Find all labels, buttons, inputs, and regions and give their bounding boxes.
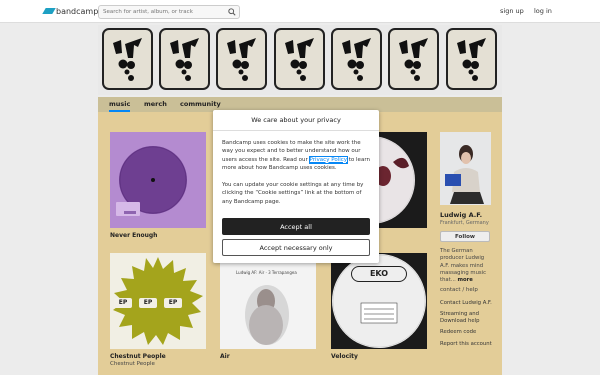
cookie-dialog-text-2: You can update your cookie settings at a… [222,182,364,205]
artist-location: Frankfurt, Germany [440,220,489,226]
air-cover-caption: Ludwig AF: Air · 3 Terrapangea [236,270,297,275]
top-bar: bandcamp sign up log in [0,0,600,23]
banner-tile [159,28,210,90]
release-title[interactable]: Never Enough [110,232,157,239]
artist-name[interactable]: Ludwig A.F. [440,211,482,219]
accept-necessary-button[interactable]: Accept necessary only [222,239,370,256]
logo-text: bandcamp [56,6,99,16]
search-icon[interactable] [228,8,236,16]
chestnut-badge: EP [139,298,157,308]
release-title[interactable]: Velocity [331,353,358,360]
search-input[interactable] [103,7,221,17]
tab-merch[interactable]: merch [144,100,167,108]
bandcamp-logo-icon [42,8,56,14]
album-art-never-enough[interactable] [110,132,206,228]
cookie-dialog-title: We care about your privacy [213,110,379,131]
bio-more-link[interactable]: more [458,277,473,283]
follow-button[interactable]: Follow [440,231,490,242]
album-art-air[interactable] [220,253,316,349]
signup-link[interactable]: sign up [500,7,524,15]
accept-all-button[interactable]: Accept all [222,218,370,235]
contact-artist-link[interactable]: Contact Ludwig A.F. [440,300,492,306]
banner-tile [331,28,382,90]
banner-tile [274,28,325,90]
artist-bio: The German producer Ludwig A.F. makes mi… [440,248,492,284]
redeem-code-link[interactable]: Redeem code [440,329,476,335]
artist-banner [98,25,502,95]
banner-tile [388,28,439,90]
release-artist[interactable]: Chestnut People [110,361,155,367]
banner-tile [446,28,497,90]
tab-music[interactable]: music [109,100,131,112]
artist-photo[interactable] [440,132,491,205]
banner-tile [216,28,267,90]
login-link[interactable]: log in [534,7,552,15]
search-box[interactable] [98,5,240,19]
release-title[interactable]: Air [220,353,230,360]
banner-tile [102,28,153,90]
cookie-consent-dialog: We care about your privacy Bandcamp uses… [213,110,379,263]
release-title[interactable]: Chestnut People [110,353,166,360]
bandcamp-logo[interactable]: bandcamp [42,6,99,16]
chestnut-badge: EP [114,298,132,308]
report-account-link[interactable]: Report this account [440,341,492,347]
cookie-dialog-text-1: Bandcamp uses cookies to make the site w… [222,139,372,172]
velocity-logo: EKO [351,266,407,282]
privacy-policy-link[interactable]: Privacy Policy [308,155,349,164]
tab-community[interactable]: community [180,100,221,108]
streaming-help-link[interactable]: Streaming and Download help [440,311,492,325]
contact-help-heading: contact / help [440,287,478,293]
chestnut-badge: EP [164,298,182,308]
